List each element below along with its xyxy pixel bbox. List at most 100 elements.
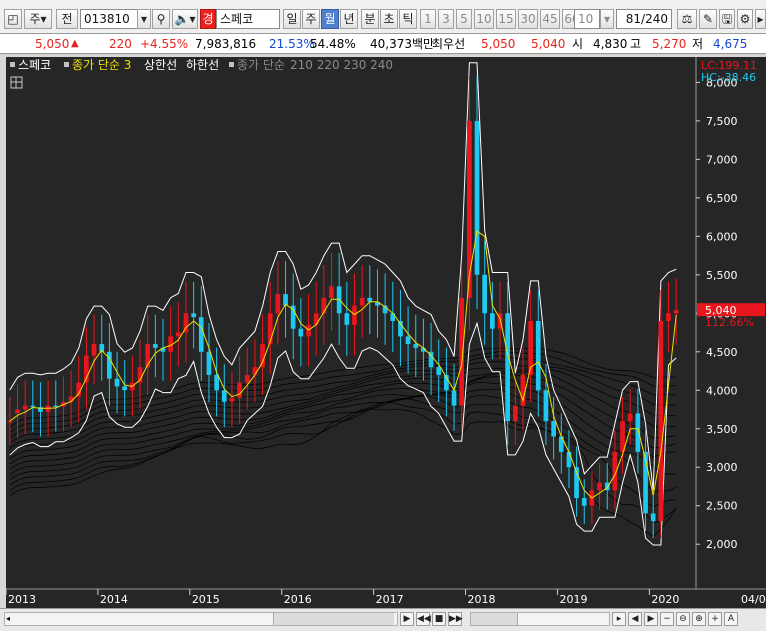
prev-button[interactable]: 전 [56, 9, 78, 29]
zoom-in-icon[interactable]: ⊕ [692, 612, 706, 626]
candle-body [15, 409, 20, 414]
pan-right-icon[interactable]: ▶ [644, 612, 658, 626]
bid-price-1: 5,050 [481, 37, 516, 51]
candle-body [390, 313, 396, 321]
date-tick-label: 2020 [651, 593, 679, 606]
more-icon[interactable]: ▸ [755, 9, 766, 29]
price-tick-label: 3,000 [706, 461, 738, 474]
current-price: 5,050 [35, 37, 70, 51]
candle-body [627, 413, 633, 422]
candle-body [275, 294, 281, 314]
stock-name-field: 스페코 [216, 9, 280, 29]
stop-icon[interactable]: ■ [432, 612, 446, 626]
low-price: 4,675 [713, 37, 748, 51]
candle-body [666, 313, 671, 321]
price-tick-label: 4,000 [706, 384, 738, 397]
search-icon[interactable]: ⚲ [152, 9, 170, 29]
up-arrow-icon: ▲ [71, 38, 79, 49]
settings-icon[interactable]: ⚙ [737, 9, 753, 29]
date-tick-label: 2019 [559, 593, 587, 606]
price-tick-label: 6,000 [706, 230, 738, 243]
candle-body [535, 321, 541, 391]
scroll-right-icon[interactable]: ▶ [400, 612, 414, 626]
window-icon[interactable]: ◰ [4, 9, 22, 29]
pan-left-icon[interactable]: ◀ [628, 612, 642, 626]
date-tick-label: 2013 [8, 593, 36, 606]
legend-ma2-periods: 210 220 230 240 [290, 58, 393, 72]
candle-body [482, 274, 487, 314]
period-tab-month[interactable]: 월 [321, 9, 339, 29]
candle-body [221, 390, 227, 402]
legend-stock-name: 스페코 [18, 58, 51, 72]
zoom-slider-thumb[interactable] [471, 613, 518, 625]
candle-body [543, 390, 549, 422]
percent-tag: 112.66% [705, 316, 754, 329]
price-tick-label: 2,500 [706, 500, 738, 513]
interval-button-15[interactable]: 15 [496, 9, 516, 29]
price-tick-label: 3,500 [706, 423, 738, 436]
candle-body [206, 351, 212, 375]
candle-body [405, 336, 411, 345]
period-tab-year[interactable]: 년 [340, 9, 358, 29]
draw-tool-icon[interactable]: ✎ [699, 9, 717, 29]
period-tab-week[interactable]: 주 [302, 9, 320, 29]
stock-code-input[interactable]: 013810 [80, 9, 138, 29]
sound-icon[interactable]: 🔈▾ [172, 9, 198, 29]
interval-button-1[interactable]: 1 [420, 9, 436, 29]
save-icon[interactable]: 🖫 [719, 9, 735, 29]
interval-button-30[interactable]: 30 [518, 9, 538, 29]
play-icon[interactable]: ▶▶ [448, 612, 463, 626]
candle-body [22, 405, 28, 410]
date-tick-label: 2014 [100, 593, 128, 606]
zoom-slider[interactable] [470, 612, 610, 626]
candle-body [344, 313, 350, 325]
high-price: 5,270 [652, 37, 687, 51]
type-select[interactable]: 주▾ [24, 9, 52, 29]
turnover-percent: 21.53% [269, 37, 315, 51]
chart-area[interactable]: 8,0007,5007,0006,5006,0005,5005,0004,500… [0, 55, 766, 608]
text-size-icon[interactable]: A [724, 612, 738, 626]
price-tick-label: 7,000 [706, 153, 738, 166]
code-dropdown-icon[interactable]: ▾ [137, 9, 151, 29]
period-tab-day[interactable]: 일 [283, 9, 301, 29]
interval-button-45[interactable]: 45 [540, 9, 560, 29]
legend-upper-band: 상한선 [144, 58, 177, 72]
candle-body [244, 374, 250, 383]
bid-price-2: 5,040 [531, 37, 566, 51]
horizontal-scrollbar[interactable]: ◂ [4, 612, 398, 626]
zoom-right-icon[interactable]: ▸ [612, 612, 626, 626]
step-back-icon[interactable]: ◀◀ [416, 612, 431, 626]
scroll-left-icon[interactable]: ◂ [6, 614, 14, 624]
candle-body [359, 297, 365, 306]
candle-body [467, 120, 472, 298]
count-input[interactable]: 10 [574, 9, 600, 29]
candle-body [551, 421, 556, 437]
minus-icon[interactable]: − [660, 612, 674, 626]
candle-body [191, 313, 196, 318]
candle-body [673, 310, 679, 314]
period-tab-minute[interactable]: 분 [361, 9, 379, 29]
date-tick-label: 2016 [284, 593, 312, 606]
interval-button-10[interactable]: 10 [474, 9, 494, 29]
count-dropdown-icon[interactable]: ▾ [600, 9, 614, 29]
scroll-thumb[interactable] [273, 613, 394, 625]
candle-body [474, 120, 480, 275]
period-tab-tick[interactable]: 틱 [399, 9, 417, 29]
candle-body [635, 413, 641, 452]
candle-body [413, 344, 419, 348]
candlestick-chart[interactable]: 8,0007,5007,0006,5006,0005,5005,0004,500… [0, 55, 766, 608]
range-field[interactable]: 81/240 [616, 9, 672, 29]
range-value: 81 [625, 12, 642, 26]
hc-label: HC:-38.46 [701, 71, 756, 84]
candle-body [658, 321, 664, 522]
period-tab-second[interactable]: 초 [380, 9, 398, 29]
interval-button-5[interactable]: 5 [456, 9, 472, 29]
candle-type-icon[interactable]: ⚖ [677, 9, 697, 29]
zoom-out-icon[interactable]: ⊖ [676, 612, 690, 626]
plus-icon[interactable]: + [708, 612, 722, 626]
candle-body [7, 421, 13, 423]
date-tick-label: 2018 [468, 593, 496, 606]
candle-body [581, 498, 587, 506]
candle-body [153, 344, 158, 348]
interval-button-3[interactable]: 3 [438, 9, 454, 29]
